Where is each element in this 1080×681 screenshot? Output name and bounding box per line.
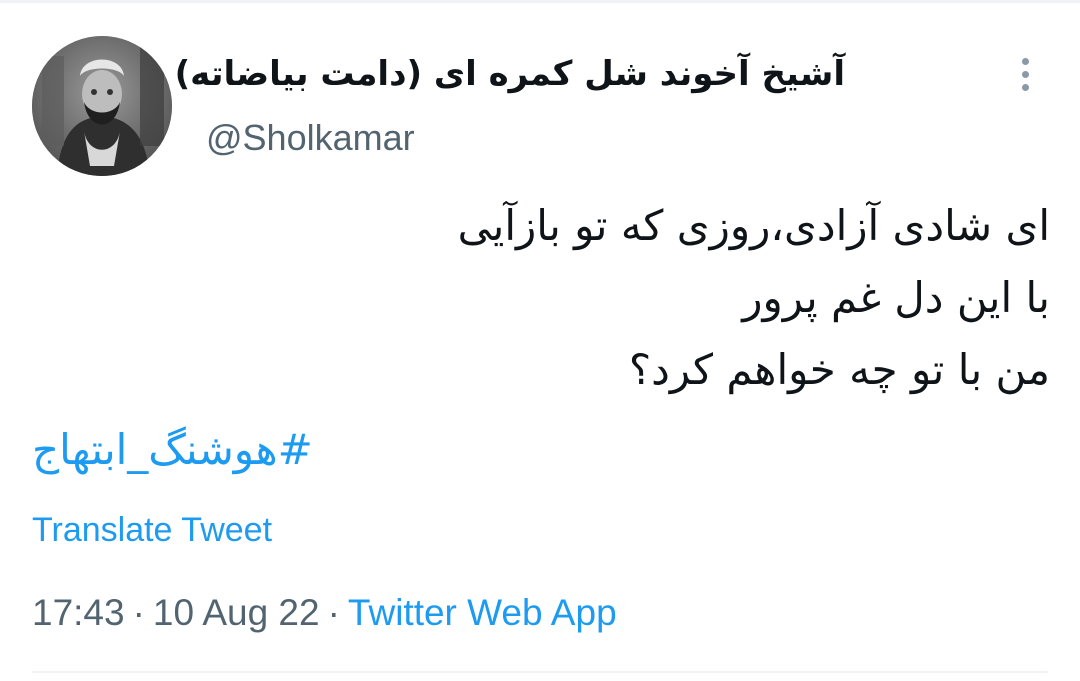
meta-separator: · — [327, 592, 340, 633]
tweet-time[interactable]: 17:43 — [32, 592, 125, 633]
tweet-text: ای شادی آزادی،روزی که تو بازآیی با این د… — [260, 190, 1050, 406]
avatar[interactable] — [32, 36, 172, 176]
tweet-source-link[interactable]: Twitter Web App — [348, 592, 617, 633]
more-vertical-icon[interactable] — [1010, 58, 1040, 98]
author-username[interactable]: @Sholkamar — [206, 116, 415, 160]
meta-separator: · — [132, 592, 145, 633]
tweet-text-line: با این دل غم پرور — [742, 273, 1050, 322]
top-divider — [0, 0, 1080, 3]
tweet-text-line: ای شادی آزادی،روزی که تو بازآیی — [457, 201, 1050, 250]
tweet-metadata: 17:43 · 10 Aug 22 · Twitter Web App — [32, 590, 617, 636]
tweet-text-line: من با تو چه خواهم کرد؟ — [628, 345, 1050, 394]
translate-tweet-link[interactable]: Translate Tweet — [32, 508, 272, 552]
avatar-image — [32, 36, 172, 176]
tweet-date[interactable]: 10 Aug 22 — [153, 592, 320, 633]
hashtag-link[interactable]: #هوشنگ_ابتهاج — [32, 418, 452, 482]
bottom-divider — [32, 671, 1048, 673]
author-display-name[interactable]: آشیخ آخوند شل کمره ای (دامت بیاضاته) — [175, 48, 845, 100]
